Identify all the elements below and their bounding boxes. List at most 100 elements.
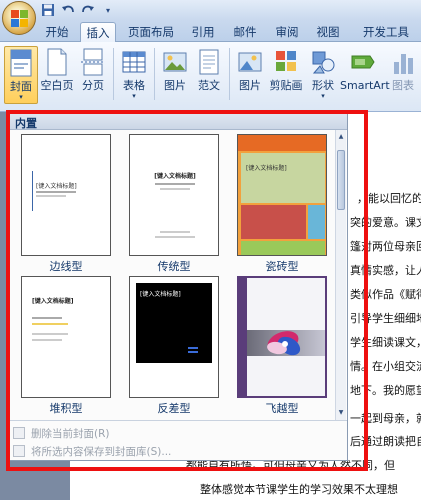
tab-mailings[interactable]: 邮件 [228, 22, 262, 42]
save-to-cover-gallery-item[interactable]: 将所选内容保存到封面库(S)... [13, 442, 171, 460]
customize-qat-icon[interactable]: ▾ [100, 2, 116, 18]
tab-page-layout[interactable]: 页面布局 [122, 22, 180, 42]
doc-text-line: 整体感觉本节课学生的学习效果不太理想 [200, 483, 398, 496]
scroll-down-icon[interactable]: ▼ [336, 408, 346, 418]
gallery-header-label: 内置 [15, 117, 37, 130]
ribbon-separator [113, 48, 114, 100]
cover-thumbnail: [键入文档标题] [129, 134, 219, 256]
cover-thumbnail: [键入文档标题] [129, 276, 219, 398]
cover-page-button[interactable]: 封面 ▾ [4, 46, 38, 104]
scrollbar-thumb[interactable] [337, 150, 345, 210]
sample-label: 范文 [198, 79, 220, 92]
doc-text-line: ，能以回忆的形 [357, 192, 421, 205]
redo-icon[interactable] [80, 2, 96, 18]
doc-text-line: 情。在小组交流 [350, 360, 421, 373]
quick-access-toolbar: ▾ [40, 2, 116, 18]
flower-illustration-icon [267, 331, 301, 356]
chevron-down-icon: ▾ [132, 92, 136, 100]
tab-developer[interactable]: 开发工具 [357, 22, 415, 42]
cover-item-contrast[interactable]: [键入文档标题] 反差型 [129, 276, 219, 416]
chart-icon [390, 48, 416, 76]
cover-title-text: [键入文档标题] [246, 165, 287, 172]
tab-insert[interactable]: 插入 [80, 22, 116, 43]
picture-icon [237, 48, 263, 76]
doc-text-line: 学生细读课文， [350, 336, 421, 349]
cover-item-flyover[interactable]: 飞越型 [237, 276, 327, 416]
cover-title-text: [键入文档标题] [36, 183, 77, 190]
doc-text-line: 引导学生细细地 [350, 312, 421, 325]
cover-item-stacks[interactable]: [键入文档标题] 堆积型 [21, 276, 111, 416]
page-break-icon [80, 48, 106, 76]
table-label: 表格 [123, 79, 145, 92]
cover-item-label: 反差型 [157, 402, 191, 415]
table-icon [121, 48, 147, 76]
smartart-label: SmartArt [340, 79, 390, 92]
cover-item-label: 边线型 [49, 260, 83, 273]
cover-item-tiles[interactable]: [键入文档标题] 瓷砖型 [237, 134, 327, 274]
cover-page-icon [8, 49, 34, 77]
clip-art-button[interactable]: 剪贴画 [267, 46, 305, 104]
tab-home[interactable]: 开始 [40, 22, 74, 42]
cover-title-text: [键入文档标题] [154, 173, 196, 180]
picture-button[interactable]: 图片 [158, 46, 192, 104]
insert-picture-label: 图片 [239, 79, 261, 92]
table-button[interactable]: 表格 ▾ [117, 46, 151, 104]
ribbon-separator [229, 48, 230, 100]
cover-title-text: [键入文档标题] [140, 291, 181, 298]
tab-view[interactable]: 视图 [311, 22, 345, 42]
cover-thumbnail [237, 276, 327, 398]
doc-text-line: 地下。我的愿望 [350, 384, 421, 397]
ribbon-separator [154, 48, 155, 100]
remove-cover-icon [13, 427, 25, 439]
page-break-button[interactable]: 分页 [76, 46, 110, 104]
shapes-label: 形状 [312, 79, 334, 92]
blank-page-button[interactable]: 空白页 [40, 46, 74, 104]
picture-icon [162, 48, 188, 76]
gallery-header: 内置 [9, 114, 347, 130]
save-selection-icon [13, 445, 25, 457]
office-logo-icon [11, 10, 28, 27]
chart-button[interactable]: 图表 [386, 46, 420, 104]
chevron-down-icon: ▾ [321, 92, 325, 100]
chart-label: 图表 [392, 79, 414, 92]
shapes-icon [310, 48, 336, 76]
shapes-button[interactable]: 形状 ▾ [306, 46, 340, 104]
ribbon-insert: 封面 ▾ 空白页 分页 表格 ▾ 图片 范文 图片 剪贴画 形状 ▾ Smart… [0, 42, 421, 112]
cover-item-label: 传统型 [157, 260, 191, 273]
cover-item-label: 瓷砖型 [265, 260, 299, 273]
cover-item-traditional[interactable]: [键入文档标题] 传统型 [129, 134, 219, 274]
clip-art-icon [273, 48, 299, 76]
doc-text-line: 篷对两位母亲回 [350, 240, 421, 253]
gallery-footer: 删除当前封面(R) 将所选内容保存到封面库(S)... [9, 420, 347, 460]
cover-thumbnail: [键入文档标题] [237, 134, 327, 256]
remove-cover-label: 删除当前封面(R) [31, 427, 110, 440]
smartart-button[interactable]: SmartArt [340, 46, 390, 104]
clip-art-label: 剪贴画 [269, 79, 303, 92]
cover-page-gallery: 内置 [键入文档标题] 边线型 [键入文档标题] 传统型 [键入文档标题] 瓷砖… [8, 113, 348, 461]
save-to-gallery-label: 将所选内容保存到封面库(S)... [31, 445, 172, 458]
gallery-scrollbar[interactable]: ▲ ▼ [335, 130, 346, 420]
scroll-up-icon[interactable]: ▲ [336, 132, 346, 142]
cover-title-text: [键入文档标题] [32, 298, 74, 305]
cover-thumbnail: [键入文档标题] [21, 134, 111, 256]
title-bar: ▾ [0, 0, 421, 20]
tab-references[interactable]: 引用 [186, 22, 220, 42]
office-button[interactable] [2, 1, 36, 35]
undo-icon[interactable] [60, 2, 76, 18]
sample-doc-icon [196, 48, 222, 76]
cover-item-sideline[interactable]: [键入文档标题] 边线型 [21, 134, 111, 274]
remove-cover-page-item[interactable]: 删除当前封面(R) [13, 424, 110, 442]
page-break-label: 分页 [82, 79, 104, 92]
insert-picture-button[interactable]: 图片 [233, 46, 267, 104]
cover-item-label: 堆积型 [49, 402, 83, 415]
cover-item-label: 飞越型 [265, 402, 299, 415]
doc-text-line: 一起到母亲，就 [350, 412, 421, 425]
tab-review[interactable]: 审阅 [270, 22, 304, 42]
cover-page-label: 封面 [10, 80, 32, 93]
save-icon[interactable] [40, 2, 56, 18]
blank-page-label: 空白页 [40, 79, 74, 92]
ribbon-tabs: 开始 插入 页面布局 引用 邮件 审阅 视图 开发工具 [0, 20, 421, 43]
sample-button[interactable]: 范文 [192, 46, 226, 104]
doc-text-line: 突的爱意。课文 [350, 216, 421, 229]
picture-label: 图片 [164, 79, 186, 92]
